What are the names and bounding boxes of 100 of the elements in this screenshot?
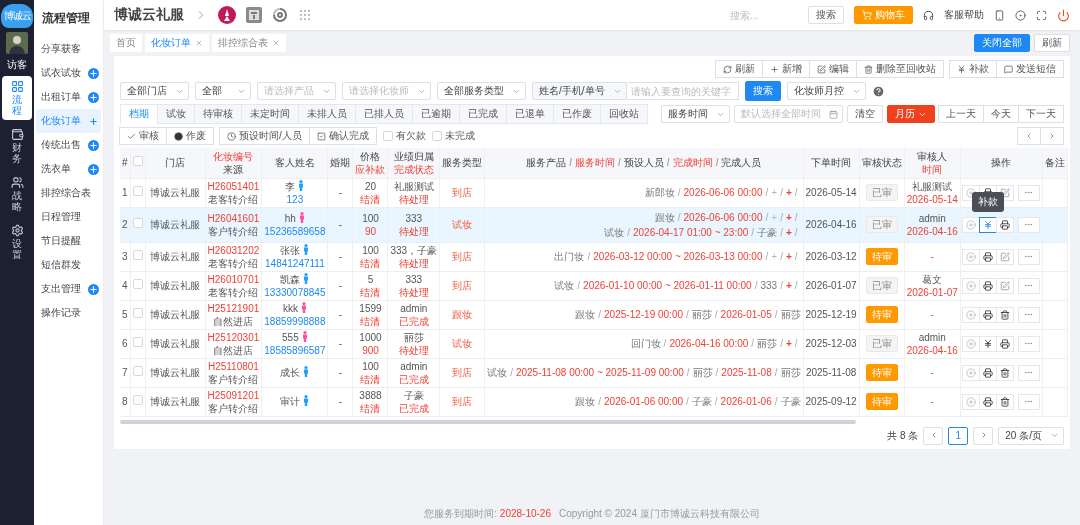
review-status: 待审 xyxy=(865,364,898,381)
price: 100 xyxy=(361,359,380,373)
price: 1000 xyxy=(358,330,383,344)
expiry-notice: 您服务到期时间: 2028-10-26 xyxy=(424,507,551,521)
column-header: 应补款 xyxy=(355,162,386,176)
column-header: 操作 xyxy=(990,156,1013,170)
brand-title: 博诚云礼服 xyxy=(114,6,184,24)
order-source: 客户转介绍 xyxy=(207,372,260,386)
completion-status: 待处理 xyxy=(397,343,430,357)
column-header: 备注 xyxy=(1044,156,1065,170)
wedding-date: - xyxy=(337,186,344,199)
amount-due: 结清 xyxy=(359,256,382,270)
review-time: 2026-01-07 xyxy=(906,285,958,299)
performance-owner: 333，子豪 xyxy=(390,243,438,257)
completion-status: 已完成 xyxy=(397,401,430,415)
logo: 博诚云 xyxy=(1,4,33,28)
service-type: 到店 xyxy=(451,279,474,292)
completion-status: 待处理 xyxy=(397,256,430,270)
customer-name: 555 xyxy=(264,330,326,344)
amount-due: 结清 xyxy=(359,401,382,415)
column-header: 价格 xyxy=(359,149,382,163)
column-header: 完成状态 xyxy=(392,162,435,176)
performance-owner: 子豪 xyxy=(402,388,425,402)
column-header: 化妆编号 xyxy=(212,149,255,163)
service-detail: 跟妆 / 2026-06-06 00:00 / + / + / xyxy=(653,210,799,224)
performance-owner: 礼服测试 xyxy=(392,179,435,193)
service-type: 到店 xyxy=(451,366,474,379)
service-type: 试妆 xyxy=(451,218,474,231)
wedding-date: - xyxy=(337,250,344,263)
copyright-text: Copyright © 2024 厦门市博诚云科技有限公司 xyxy=(559,507,760,521)
completion-status: 已完成 xyxy=(397,372,430,386)
order-number: H25120301 xyxy=(207,330,260,344)
order-date: 2026-05-14 xyxy=(805,186,857,199)
review-status: 待审 xyxy=(865,393,898,410)
store-name: 博诚云礼服 xyxy=(149,186,202,199)
review-status: 已审 xyxy=(865,277,898,294)
performance-owner: admin xyxy=(399,301,429,315)
performance-owner: 333 xyxy=(404,272,424,286)
service-detail: 新郎妆 / 2026-06-06 00:00 / + / + / xyxy=(643,186,799,199)
store-name: 博诚云礼服 xyxy=(149,250,202,263)
service-type: 到店 xyxy=(451,395,474,408)
review-status: 待审 xyxy=(865,248,898,265)
price: 20 xyxy=(363,179,378,193)
amount-due: 结清 xyxy=(359,314,382,328)
service-detail: 试妆 / 2026-04-17 01:00 ~ 23:00 / 子豪 / + / xyxy=(603,225,799,239)
service-detail: 跟妆 / 2025-12-19 00:00 / 丽莎 / 2026-01-05 / 丽莎 xyxy=(574,308,801,321)
order-date: 2025-12-03 xyxy=(805,337,857,350)
order-source: 自然进店 xyxy=(212,343,255,357)
price: 100 xyxy=(361,243,380,257)
column-header: 审核状态 xyxy=(861,156,902,170)
performance-owner: 丽莎 xyxy=(402,330,425,344)
column-header: 客人姓名 xyxy=(273,156,316,170)
sidebar-title: 流程管理 xyxy=(41,10,91,27)
wedding-date: - xyxy=(337,218,344,231)
wedding-date: - xyxy=(337,366,344,379)
store-name: 博诚云礼服 xyxy=(149,337,202,350)
review-status: 已审 xyxy=(865,184,898,201)
order-source: 老客转介绍 xyxy=(207,285,260,299)
reviewer: - xyxy=(929,395,935,408)
column-header: # xyxy=(122,156,128,170)
order-source: 客户转介绍 xyxy=(207,224,260,238)
service-detail: 试妆 / 2025-11-08 00:00 ~ 2025-11-09 00:00 / 丽莎 / 2025-11-08 / 丽莎 xyxy=(487,366,801,379)
customer-name: 审计 xyxy=(264,395,326,408)
order-date: 2025-12-19 xyxy=(805,308,857,321)
column-header: 业绩归属 xyxy=(392,149,435,163)
store-name: 博诚云礼服 xyxy=(149,395,202,408)
completion-status: 待处理 xyxy=(397,285,430,299)
price: 5 xyxy=(366,272,375,286)
amount-due: 900 xyxy=(361,343,380,357)
order-date: 2025-09-12 xyxy=(805,395,857,408)
order-date: 2026-04-16 xyxy=(805,218,857,231)
service-detail: 跟妆 / 2026-01-06 00:00 / 子豪 / 2026-01-06 / 子豪 xyxy=(574,395,801,408)
order-number: H26051401 xyxy=(207,179,260,193)
customer-name: 张张 xyxy=(264,243,326,257)
reviewer: admin xyxy=(917,330,947,344)
order-source: 自然进店 xyxy=(212,314,255,328)
order-number: H25121901 xyxy=(207,301,260,315)
performance-owner: admin xyxy=(399,359,429,373)
completion-status: 待处理 xyxy=(397,224,430,238)
order-number: H25110801 xyxy=(207,359,260,373)
column-header: 婚期 xyxy=(330,156,351,170)
price: 1599 xyxy=(358,301,383,315)
service-detail: 出门妆 / 2026-03-12 00:00 ~ 2026-03-13 00:00 / + / + / xyxy=(553,250,799,263)
reviewer: - xyxy=(929,308,935,321)
customer-name: 凯森 xyxy=(264,272,326,286)
reviewer: 礼服测试 xyxy=(911,179,954,193)
review-time: 2026-04-16 xyxy=(906,224,958,238)
checkbox-label: 有欠款 xyxy=(395,129,426,143)
column-header: 下单时间 xyxy=(810,156,853,170)
order-number: H26031202 xyxy=(207,243,260,257)
order-date: 2026-01-07 xyxy=(805,279,857,292)
order-date: 2025-11-08 xyxy=(805,366,857,379)
amount-due: 结清 xyxy=(359,285,382,299)
review-time: 2026-05-14 xyxy=(906,192,958,206)
amount-due: 结清 xyxy=(359,372,382,386)
service-detail: 回门妆 / 2026-04-16 00:00 / 丽莎 / + / xyxy=(629,337,799,350)
order-source: 老客转介绍 xyxy=(207,256,260,270)
reviewer: - xyxy=(929,366,935,379)
performance-owner: 333 xyxy=(404,211,424,225)
service-detail: 试妆 / 2026-01-10 00:00 ~ 2026-01-11 00:00 / 333 / + / xyxy=(553,279,799,292)
